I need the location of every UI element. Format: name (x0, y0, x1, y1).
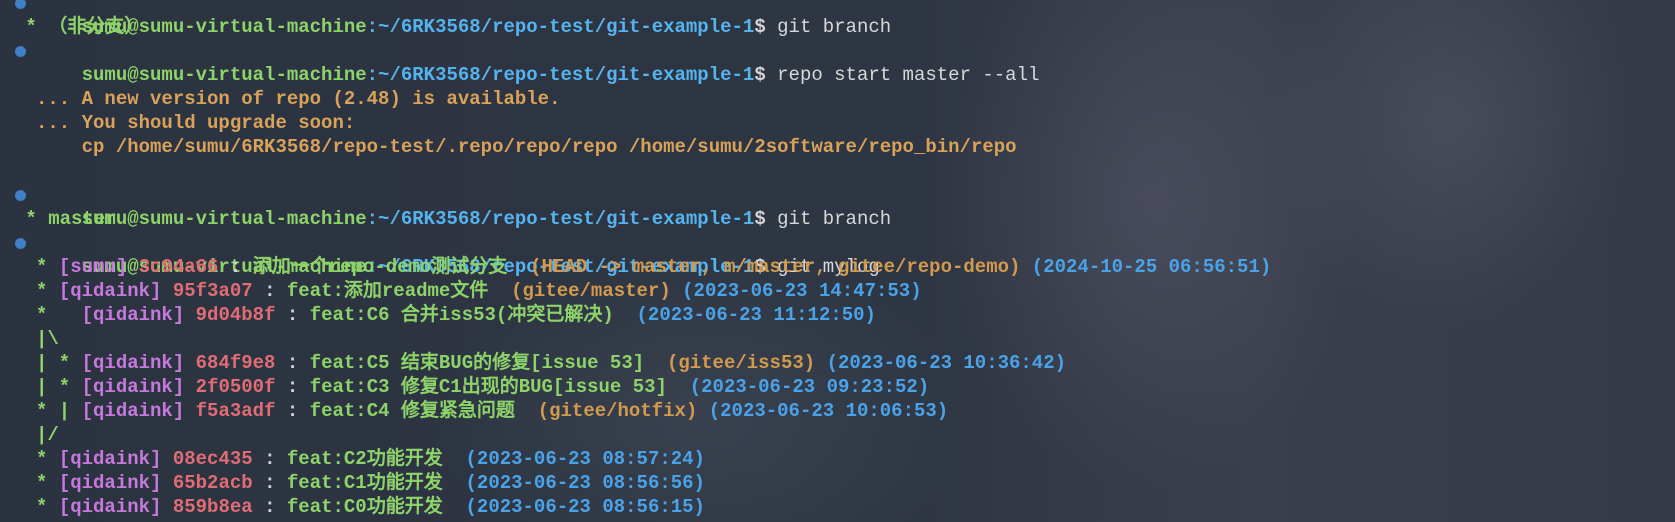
log-date: (2023-06-23 08:56:56) (442, 472, 705, 494)
log-graph: |/ (36, 424, 59, 446)
log-message: feat:C3 修复C1出现的BUG[issue 53] (309, 376, 667, 398)
command-text: repo start master --all (777, 64, 1040, 86)
log-separator: : (252, 448, 287, 470)
output-line: * （非分支） (0, 15, 1675, 39)
log-date: (2023-06-23 11:12:50) (613, 304, 876, 326)
output-line: ... A new version of repo (2.48) is avai… (0, 87, 1675, 111)
log-message: feat:C0功能开发 (286, 496, 443, 518)
log-graph: * | (36, 400, 82, 422)
output-line: cp /home/sumu/6RK3568/repo-test/.repo/re… (0, 135, 1675, 159)
log-hash: 95f3a07 (172, 280, 253, 302)
log-message: 添加一个repo-demo测试分支 (252, 256, 508, 278)
log-entry: * [qidaink] 08ec435 : feat:C2功能开发 (2023-… (0, 447, 1675, 471)
log-author: [qidaink] (81, 352, 185, 374)
log-graph: * (36, 304, 82, 326)
log-entry: * [qidaink] 95f3a07 : feat:添加readme文件 (g… (0, 279, 1675, 303)
git-log-output: * [sumu] 3c94a66 : 添加一个repo-demo测试分支 (HE… (0, 255, 1675, 519)
log-date: (2023-06-23 10:06:53) (697, 400, 949, 422)
log-graph: | * (36, 376, 82, 398)
log-message: feat:C2功能开发 (286, 448, 443, 470)
log-author: [qidaink] (58, 448, 162, 470)
log-message: feat:C1功能开发 (286, 472, 443, 494)
branch-output: * （非分支） (14, 16, 144, 38)
log-hash: f5a3adf (195, 400, 276, 422)
log-separator: : (218, 256, 253, 278)
repo-warning: cp /home/sumu/6RK3568/repo-test/.repo/re… (36, 136, 1017, 158)
log-separator: : (252, 496, 287, 518)
log-graph: * (36, 256, 59, 278)
log-date: (2023-06-23 09:23:52) (666, 376, 930, 398)
output-line: * master (0, 207, 1675, 231)
log-message: feat:C4 修复紧急问题 (309, 400, 515, 422)
log-entry: * [qidaink] 859b8ea : feat:C0功能开发 (2023-… (0, 495, 1675, 519)
log-graph: * (36, 448, 59, 470)
log-date: (2024-10-25 06:56:51) (1020, 256, 1272, 278)
log-entry: * [sumu] 3c94a66 : 添加一个repo-demo测试分支 (HE… (0, 255, 1675, 279)
log-refs: (HEAD -> master, m/master, gitee/repo-de… (507, 256, 1021, 278)
terminal-output[interactable]: sumu@sumu-virtual-machine:~/6RK3568/repo… (0, 0, 1675, 519)
log-date: (2023-06-23 08:56:15) (442, 496, 705, 518)
command-status-dot-icon[interactable] (15, 190, 26, 201)
log-hash: 9d04b8f (195, 304, 276, 326)
log-date: (2023-06-23 08:57:24) (442, 448, 705, 470)
log-separator: : (275, 352, 310, 374)
repo-warning: ... A new version of repo (2.48) is avai… (36, 88, 561, 110)
log-separator: : (275, 376, 310, 398)
prompt-user: sumu@sumu-virtual-machine (81, 64, 367, 86)
log-hash: 2f0500f (195, 376, 276, 398)
log-entry: | * [qidaink] 2f0500f : feat:C3 修复C1出现的B… (0, 375, 1675, 399)
output-line: ... You should upgrade soon: (0, 111, 1675, 135)
log-message: feat:C6 合并iss53(冲突已解决) (309, 304, 614, 326)
log-separator: : (275, 304, 310, 326)
log-author: [qidaink] (58, 496, 162, 518)
log-hash: 65b2acb (172, 472, 253, 494)
log-graph: * (36, 496, 59, 518)
log-hash: 3c94a66 (138, 256, 219, 278)
log-date: (2023-06-23 14:47:53) (670, 280, 922, 302)
log-refs: (gitee/master) (488, 280, 671, 302)
prompt-path: :~/6RK3568/repo-test/git-example-1 (366, 64, 755, 86)
log-author: [qidaink] (81, 304, 185, 326)
log-graph: * (36, 472, 59, 494)
log-date: (2023-06-23 10:36:42) (815, 352, 1067, 374)
log-entry: | * [qidaink] 684f9e8 : feat:C5 结束BUG的修复… (0, 351, 1675, 375)
command-status-dot-icon[interactable] (15, 46, 26, 57)
log-entry: * [qidaink] 9d04b8f : feat:C6 合并iss53(冲突… (0, 303, 1675, 327)
prompt-sigil: $ (754, 64, 778, 86)
log-entry: |/ (0, 423, 1675, 447)
log-graph: |\ (36, 328, 59, 350)
branch-output: * master (14, 208, 117, 230)
log-author: [qidaink] (58, 472, 162, 494)
prompt-line: sumu@sumu-virtual-machine:~/6RK3568/repo… (0, 0, 1675, 38)
log-hash: 08ec435 (172, 448, 253, 470)
log-refs: (gitee/iss53) (644, 352, 816, 374)
prompt-line: sumu@sumu-virtual-machine:~/6RK3568/repo… (0, 183, 1675, 230)
log-author: [qidaink] (81, 376, 185, 398)
log-separator: : (252, 472, 287, 494)
command-status-dot-icon[interactable] (15, 238, 26, 249)
log-hash: 859b8ea (172, 496, 253, 518)
log-separator: : (275, 400, 310, 422)
log-message: feat:添加readme文件 (286, 280, 489, 302)
log-author: [qidaink] (81, 400, 185, 422)
prompt-line: sumu@sumu-virtual-machine:~/6RK3568/repo… (0, 231, 1675, 278)
log-entry: * | [qidaink] f5a3adf : feat:C4 修复紧急问题 (… (0, 399, 1675, 423)
log-graph: | * (36, 352, 82, 374)
log-hash: 684f9e8 (195, 352, 276, 374)
log-graph: * (36, 280, 59, 302)
log-entry: * [qidaink] 65b2acb : feat:C1功能开发 (2023-… (0, 471, 1675, 495)
prompt-line: sumu@sumu-virtual-machine:~/6RK3568/repo… (0, 39, 1675, 86)
log-separator: : (252, 280, 287, 302)
log-author: [qidaink] (58, 280, 162, 302)
log-refs: (gitee/hotfix) (514, 400, 698, 422)
repo-warning: ... You should upgrade soon: (36, 112, 356, 134)
log-author: [sumu] (58, 256, 128, 278)
log-entry: |\ (0, 327, 1675, 351)
command-status-dot-icon[interactable] (15, 0, 26, 9)
log-message: feat:C5 结束BUG的修复[issue 53] (309, 352, 645, 374)
